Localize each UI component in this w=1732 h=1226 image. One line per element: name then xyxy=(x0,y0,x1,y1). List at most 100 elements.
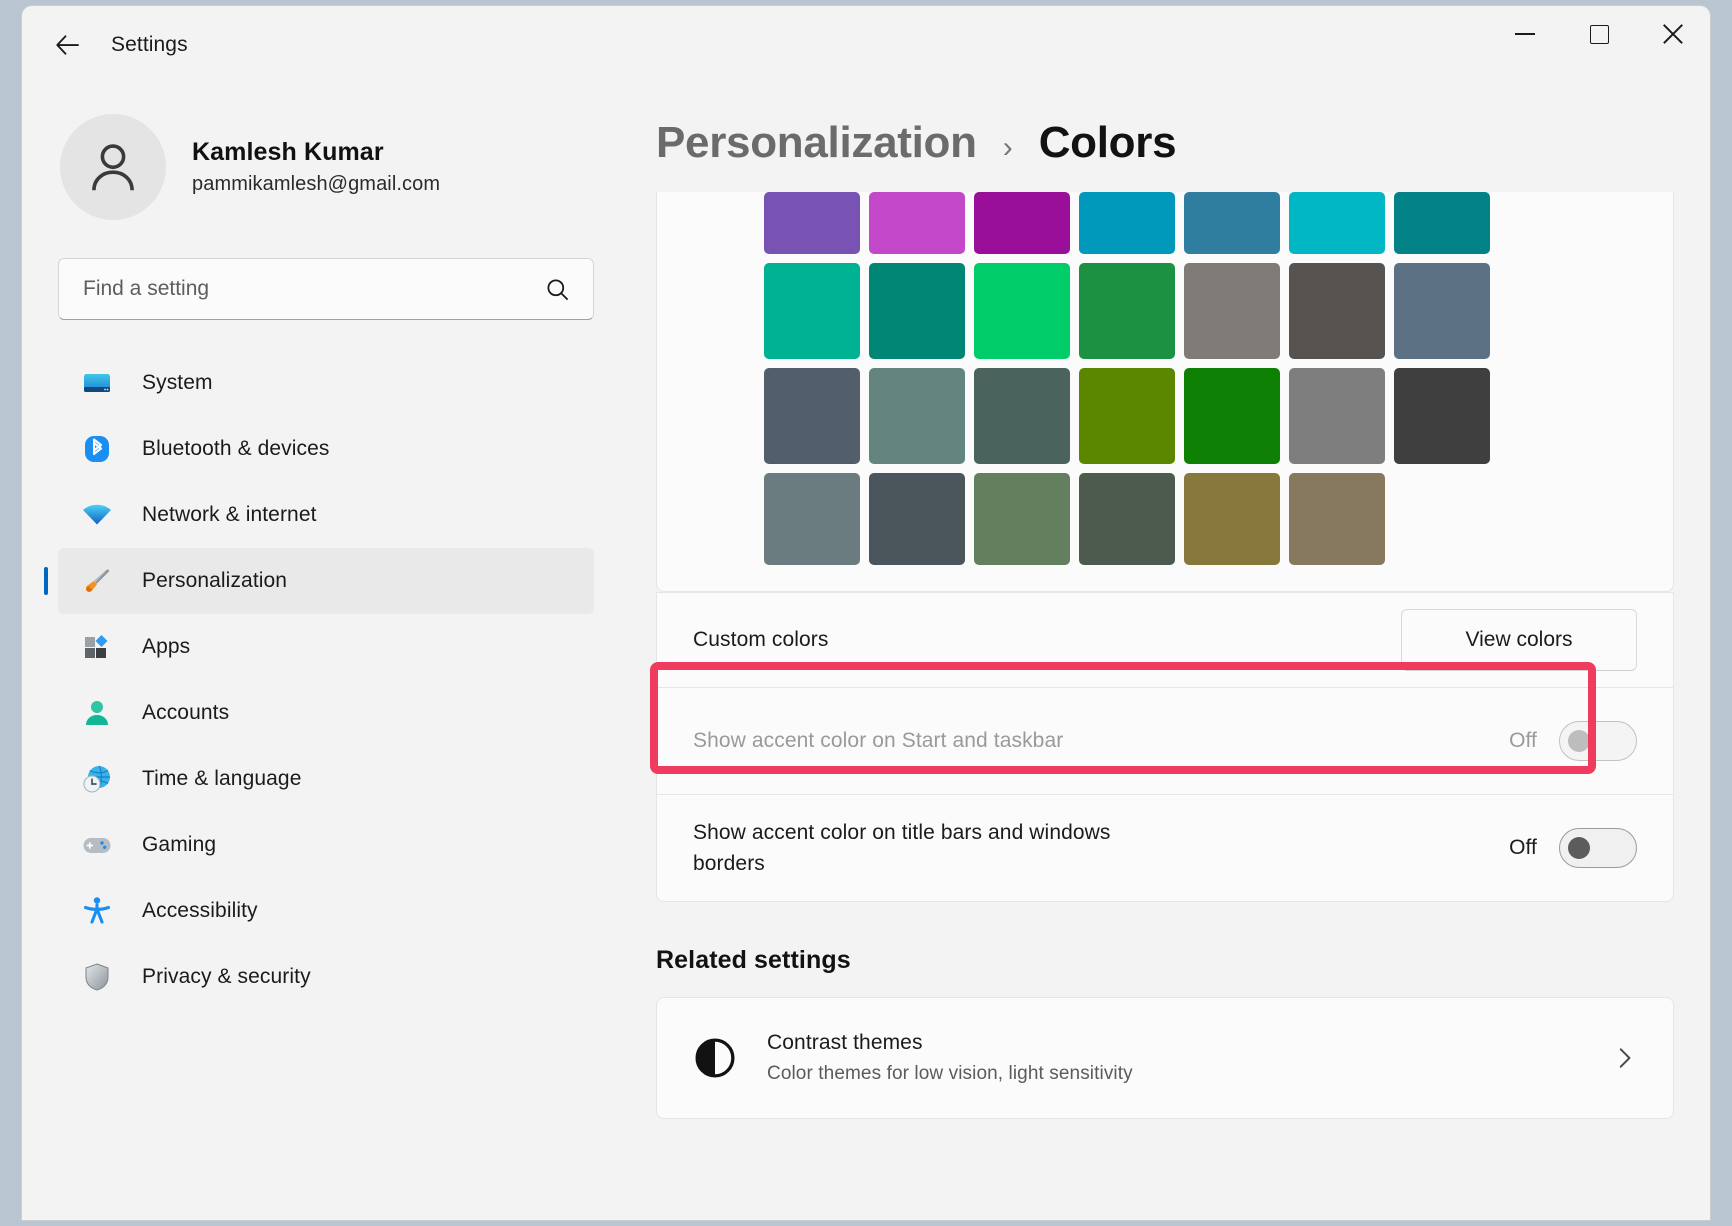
accent-color-swatch[interactable] xyxy=(1079,473,1175,565)
person-icon xyxy=(82,136,144,198)
accent-start-taskbar-toggle-wrap: Off xyxy=(1509,721,1637,761)
accent-color-swatch[interactable] xyxy=(869,192,965,254)
sidebar-nav: System Bluetooth & devices Network & int… xyxy=(58,350,640,1034)
sidebar-item-privacy-security[interactable]: Privacy & security xyxy=(58,944,594,1010)
sidebar-item-time-language[interactable]: Time & language xyxy=(58,746,594,812)
contrast-themes-card: Contrast themes Color themes for low vis… xyxy=(656,997,1674,1119)
paintbrush-icon xyxy=(80,564,114,598)
accent-color-swatch[interactable] xyxy=(1079,368,1175,464)
account-person-icon xyxy=(80,696,114,730)
settings-window: Settings Kamlesh Kumar pammikamlesh@gmai… xyxy=(22,6,1710,1220)
accent-color-swatch[interactable] xyxy=(764,263,860,359)
accent-color-swatch[interactable] xyxy=(1184,368,1280,464)
accent-start-taskbar-toggle[interactable] xyxy=(1559,721,1637,761)
sidebar-item-label: Network & internet xyxy=(142,503,317,527)
sidebar: Kamlesh Kumar pammikamlesh@gmail.com Sys… xyxy=(22,84,640,1220)
related-settings-title: Related settings xyxy=(656,946,1674,975)
close-button[interactable] xyxy=(1636,6,1710,62)
search-box[interactable] xyxy=(58,258,594,320)
sidebar-item-label: Apps xyxy=(142,635,190,659)
accent-start-taskbar-row[interactable]: Show accent color on Start and taskbar O… xyxy=(657,688,1673,794)
update-icon xyxy=(80,1030,114,1034)
accent-start-taskbar-state: Off xyxy=(1509,729,1537,753)
monitor-icon xyxy=(80,366,114,400)
back-button[interactable] xyxy=(46,23,90,67)
shield-icon xyxy=(80,960,114,994)
accent-color-grid xyxy=(657,192,1673,565)
accent-color-swatch[interactable] xyxy=(869,473,965,565)
sidebar-item-label: System xyxy=(142,371,213,395)
accent-color-swatch[interactable] xyxy=(1184,192,1280,254)
breadcrumb: Personalization › Colors xyxy=(656,118,1674,168)
title-bar: Settings xyxy=(22,6,1710,84)
accent-titlebar-toggle[interactable] xyxy=(1559,828,1637,868)
accent-color-swatch[interactable] xyxy=(1394,192,1490,254)
accent-color-swatch[interactable] xyxy=(1184,263,1280,359)
accent-color-swatch[interactable] xyxy=(1079,263,1175,359)
accent-titlebar-label: Show accent color on title bars and wind… xyxy=(693,817,1123,879)
sidebar-item-label: Bluetooth & devices xyxy=(142,437,330,461)
accent-color-swatch[interactable] xyxy=(1289,192,1385,254)
accent-titlebar-row[interactable]: Show accent color on title bars and wind… xyxy=(657,795,1673,901)
sidebar-item-label: Time & language xyxy=(142,767,301,791)
close-icon xyxy=(1660,21,1686,47)
view-colors-button[interactable]: View colors xyxy=(1401,609,1637,671)
accent-color-swatch[interactable] xyxy=(764,192,860,254)
sidebar-item-system[interactable]: System xyxy=(58,350,594,416)
color-options-card: Custom colors View colors Show accent co… xyxy=(656,592,1674,902)
accent-color-swatch[interactable] xyxy=(1289,368,1385,464)
sidebar-item-network-internet[interactable]: Network & internet xyxy=(58,482,594,548)
accent-color-swatch[interactable] xyxy=(1394,263,1490,359)
accent-color-swatch[interactable] xyxy=(869,263,965,359)
sidebar-item-personalization[interactable]: Personalization xyxy=(58,548,594,614)
accent-color-swatch[interactable] xyxy=(1289,473,1385,565)
sidebar-item-gaming[interactable]: Gaming xyxy=(58,812,594,878)
bluetooth-icon xyxy=(80,432,114,466)
avatar xyxy=(60,114,166,220)
sidebar-item-apps[interactable]: Apps xyxy=(58,614,594,680)
account-card[interactable]: Kamlesh Kumar pammikamlesh@gmail.com xyxy=(58,114,640,220)
maximize-button[interactable] xyxy=(1562,6,1636,62)
accent-color-swatch[interactable] xyxy=(1394,368,1490,464)
apps-icon xyxy=(80,630,114,664)
accent-colors-card xyxy=(656,192,1674,592)
accent-color-swatch[interactable] xyxy=(974,368,1070,464)
contrast-themes-subtitle: Color themes for low vision, light sensi… xyxy=(767,1063,1133,1085)
maximize-icon xyxy=(1590,25,1609,44)
gamepad-icon xyxy=(80,828,114,862)
search-icon xyxy=(544,276,571,303)
sidebar-item-accounts[interactable]: Accounts xyxy=(58,680,594,746)
breadcrumb-separator-icon: › xyxy=(1003,131,1013,165)
contrast-icon xyxy=(693,1036,737,1080)
globe-clock-icon xyxy=(80,762,114,796)
breadcrumb-parent[interactable]: Personalization xyxy=(656,118,977,168)
accent-color-swatch[interactable] xyxy=(974,263,1070,359)
custom-colors-row: Custom colors View colors xyxy=(657,593,1673,687)
settings-scroll-area: Custom colors View colors Show accent co… xyxy=(656,192,1674,1174)
accessibility-icon xyxy=(80,894,114,928)
accent-titlebar-state: Off xyxy=(1509,836,1537,860)
sidebar-item-partial[interactable] xyxy=(58,1014,640,1034)
sidebar-item-bluetooth-devices[interactable]: Bluetooth & devices xyxy=(58,416,594,482)
search-input[interactable] xyxy=(83,277,544,301)
accent-color-swatch[interactable] xyxy=(1184,473,1280,565)
sidebar-item-label: Gaming xyxy=(142,833,216,857)
accent-color-swatch[interactable] xyxy=(869,368,965,464)
sidebar-item-accessibility[interactable]: Accessibility xyxy=(58,878,594,944)
app-title: Settings xyxy=(111,33,188,57)
contrast-themes-row[interactable]: Contrast themes Color themes for low vis… xyxy=(657,998,1673,1118)
minimize-button[interactable] xyxy=(1488,6,1562,62)
contrast-themes-title: Contrast themes xyxy=(767,1031,1133,1055)
accent-color-swatch[interactable] xyxy=(1079,192,1175,254)
accent-color-swatch[interactable] xyxy=(974,473,1070,565)
content-pane: Personalization › Colors Custom colors V… xyxy=(640,84,1710,1220)
minimize-icon xyxy=(1515,33,1535,35)
sidebar-item-label: Accessibility xyxy=(142,899,258,923)
accent-color-swatch[interactable] xyxy=(1289,263,1385,359)
accent-start-taskbar-label: Show accent color on Start and taskbar xyxy=(693,725,1063,756)
back-arrow-icon xyxy=(53,30,83,60)
accent-color-swatch[interactable] xyxy=(764,368,860,464)
accent-color-swatch[interactable] xyxy=(974,192,1070,254)
accent-color-swatch[interactable] xyxy=(764,473,860,565)
account-name: Kamlesh Kumar xyxy=(192,138,440,167)
